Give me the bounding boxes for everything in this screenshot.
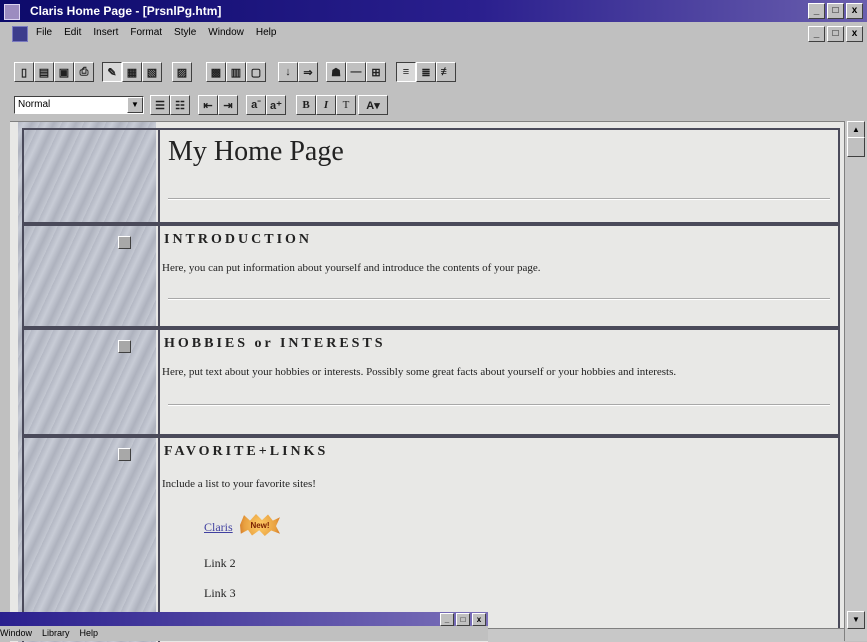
insert-frame-icon[interactable]: ▢ xyxy=(246,62,266,82)
preview-icon[interactable]: ▦ xyxy=(122,62,142,82)
scroll-thumb[interactable] xyxy=(847,137,865,157)
insert-image-icon[interactable]: ☗ xyxy=(326,62,346,82)
document-canvas[interactable]: My Home Page INTRODUCTION Here, you can … xyxy=(10,121,844,642)
html-source-icon[interactable]: ▧ xyxy=(142,62,162,82)
page-title[interactable]: My Home Page xyxy=(168,136,344,168)
scroll-down-icon[interactable]: ▼ xyxy=(847,611,865,629)
close-button[interactable]: x xyxy=(846,3,863,19)
increase-font-icon[interactable]: a⁺ xyxy=(266,95,286,115)
horizontal-rule[interactable] xyxy=(168,198,830,200)
print-icon[interactable]: ⎙ xyxy=(74,62,94,82)
menu-edit[interactable]: Edit xyxy=(64,27,81,38)
menu-style[interactable]: Style xyxy=(174,27,196,38)
new-badge-image[interactable]: New! xyxy=(240,514,280,536)
numbered-list-icon[interactable]: ☰ xyxy=(150,95,170,115)
align-center-icon[interactable]: ≣ xyxy=(416,62,436,82)
document-icon[interactable] xyxy=(12,26,28,42)
secondary-window: _ □ x Window Library Help xyxy=(0,612,488,641)
section-text[interactable]: Here, put text about your hobbies or int… xyxy=(162,366,676,378)
menu-help[interactable]: Help xyxy=(256,27,277,38)
link-2[interactable]: Link 2 xyxy=(204,556,236,571)
paragraph-style-value: Normal xyxy=(18,99,51,110)
section-text[interactable]: Include a list to your favorite sites! xyxy=(162,478,316,490)
menu-help[interactable]: Help xyxy=(80,628,99,638)
minimize-button[interactable]: _ xyxy=(808,3,825,19)
teletype-button[interactable]: T xyxy=(336,95,356,115)
horizontal-rule[interactable] xyxy=(168,404,830,406)
decrease-font-icon[interactable]: aˉ xyxy=(246,95,266,115)
link-3[interactable]: Link 3 xyxy=(204,586,236,601)
insert-grid-icon[interactable]: ⊞ xyxy=(366,62,386,82)
doc-minimize-button[interactable]: _ xyxy=(808,26,825,42)
horizontal-scrollbar[interactable] xyxy=(488,628,844,642)
title-section: My Home Page xyxy=(22,128,840,224)
minimize-button[interactable]: _ xyxy=(440,613,454,626)
align-left-icon[interactable]: ≡ xyxy=(396,62,416,82)
document-options-icon[interactable]: ▨ xyxy=(172,62,192,82)
doc-close-button[interactable]: x xyxy=(846,26,863,42)
bullet-list-icon[interactable]: ☷ xyxy=(170,95,190,115)
link-icon[interactable]: ⇒ xyxy=(298,62,318,82)
hobbies-section: HOBBIES or INTERESTS Here, put text abou… xyxy=(22,328,840,436)
menu-insert[interactable]: Insert xyxy=(93,27,118,38)
introduction-cell[interactable]: INTRODUCTION Here, you can put informati… xyxy=(158,226,838,326)
section-heading[interactable]: FAVORITE+LINKS xyxy=(164,444,328,460)
secondary-menu-bar: Window Library Help xyxy=(0,628,98,638)
bullet-icon xyxy=(118,236,131,249)
main-toolbar: ▯ ▤ ▣ ⎙ ✎ ▦ ▧ ▨ ▩ ▥ ▢ ↓ ⇒ ☗ — ⊞ ≡ ≣ ≢ xyxy=(0,58,867,84)
save-icon[interactable]: ▣ xyxy=(54,62,74,82)
chevron-down-icon[interactable]: ▼ xyxy=(127,97,143,113)
paragraph-style-select[interactable]: Normal ▼ xyxy=(14,96,144,114)
bullet-icon xyxy=(118,448,131,461)
open-icon[interactable]: ▤ xyxy=(34,62,54,82)
horizontal-rule[interactable] xyxy=(168,298,830,300)
doc-maximize-button[interactable]: □ xyxy=(827,26,844,42)
bullet-icon xyxy=(118,340,131,353)
title-bar: Claris Home Page - [PrsnlPg.htm] _ □ x xyxy=(0,0,867,22)
menu-file[interactable]: File xyxy=(36,27,52,38)
menu-library[interactable]: Library xyxy=(42,628,70,638)
text-color-button[interactable]: A▾ xyxy=(358,95,388,115)
link-claris[interactable]: Claris xyxy=(204,520,233,535)
anchor-icon[interactable]: ↓ xyxy=(278,62,298,82)
italic-button[interactable]: I xyxy=(316,95,336,115)
maximize-button[interactable]: □ xyxy=(456,613,470,626)
secondary-title-bar[interactable]: _ □ x xyxy=(0,612,488,626)
align-right-icon[interactable]: ≢ xyxy=(436,62,456,82)
hobbies-cell[interactable]: HOBBIES or INTERESTS Here, put text abou… xyxy=(158,330,838,434)
format-toolbar: Normal ▼ ☰ ☷ ⇤ ⇥ aˉ a⁺ B I T A▾ xyxy=(0,92,867,116)
close-button[interactable]: x xyxy=(472,613,486,626)
section-text[interactable]: Here, you can put information about your… xyxy=(162,262,540,274)
title-cell[interactable]: My Home Page xyxy=(158,130,838,222)
insert-form-icon[interactable]: ▥ xyxy=(226,62,246,82)
menu-bar: File Edit Insert Format Style Window Hel… xyxy=(0,23,867,43)
edit-mode-icon[interactable]: ✎ xyxy=(102,62,122,82)
insert-table-icon[interactable]: ▩ xyxy=(206,62,226,82)
outdent-icon[interactable]: ⇤ xyxy=(198,95,218,115)
window-title: Claris Home Page - [PrsnlPg.htm] xyxy=(30,4,222,18)
horizontal-rule-icon[interactable]: — xyxy=(346,62,366,82)
section-heading[interactable]: HOBBIES or INTERESTS xyxy=(164,336,386,352)
menu-format[interactable]: Format xyxy=(130,27,162,38)
indent-icon[interactable]: ⇥ xyxy=(218,95,238,115)
app-icon xyxy=(4,4,20,20)
maximize-button[interactable]: □ xyxy=(827,3,844,19)
section-heading[interactable]: INTRODUCTION xyxy=(164,232,312,248)
new-doc-icon[interactable]: ▯ xyxy=(14,62,34,82)
menu-window[interactable]: Window xyxy=(208,27,244,38)
vertical-scrollbar[interactable]: ▲ ▼ xyxy=(844,121,867,641)
bold-button[interactable]: B xyxy=(296,95,316,115)
menu-window[interactable]: Window xyxy=(0,628,32,638)
introduction-section: INTRODUCTION Here, you can put informati… xyxy=(22,224,840,328)
